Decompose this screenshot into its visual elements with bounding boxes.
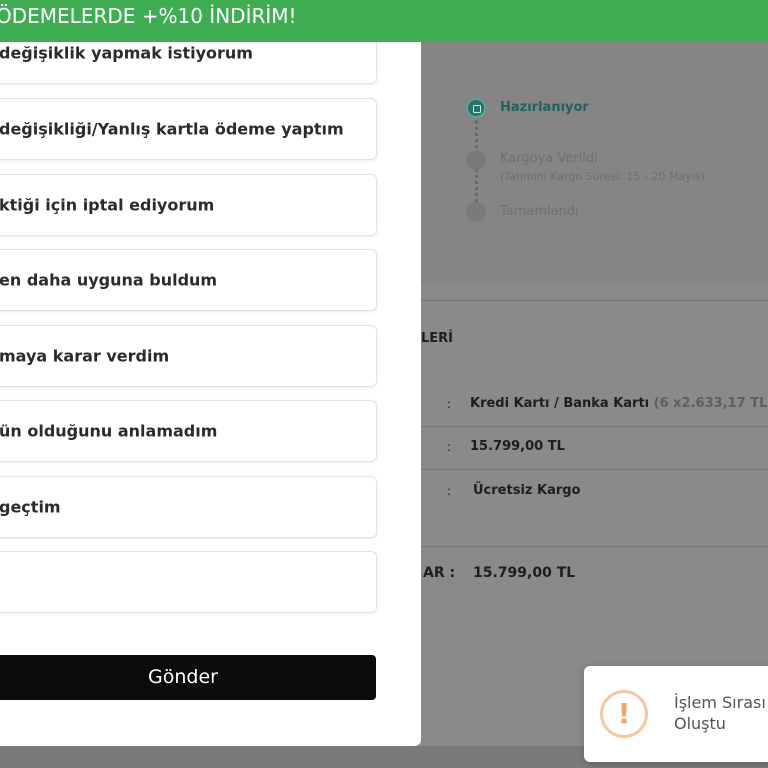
check-icon xyxy=(466,202,486,222)
send-button[interactable]: Gönder xyxy=(0,655,376,700)
reason-option-label: geçtim xyxy=(0,497,61,517)
toast-message-line1: İşlem Sırası xyxy=(674,693,766,712)
reason-option[interactable]: değişiklik yapmak istiyorum xyxy=(0,42,377,84)
error-toast: ! İşlem Sırası Oluştu xyxy=(584,666,768,762)
amount-value: 15.799,00 TL xyxy=(470,439,565,454)
colon: : xyxy=(447,397,452,411)
colon: : xyxy=(447,440,452,454)
reason-option-label: değişiklik yapmak istiyorum xyxy=(0,43,253,63)
reason-option[interactable]: maya karar verdim xyxy=(0,325,377,387)
toast-message-line2: Oluştu xyxy=(674,714,726,733)
reason-option-label: ktiği için iptal ediyorum xyxy=(0,195,215,215)
reason-textarea[interactable] xyxy=(0,551,377,613)
total-label: AR : xyxy=(423,565,456,581)
exclamation-icon: ! xyxy=(600,690,648,738)
colon: : xyxy=(447,484,452,498)
reason-option[interactable]: ktiği için iptal ediyorum xyxy=(0,174,377,236)
promo-banner-text: ÖDEMELERDE +%10 İNDİRİM! xyxy=(0,4,297,28)
divider xyxy=(420,426,768,427)
reason-option-label: ün olduğunu anlamadım xyxy=(0,421,218,441)
reason-option-label: maya karar verdim xyxy=(0,346,170,366)
divider xyxy=(420,469,768,470)
total-value: 15.799,00 TL xyxy=(473,565,576,581)
divider xyxy=(420,300,768,301)
reason-option-label: değişikliği/Yanlış kartla ödeme yaptım xyxy=(0,119,344,139)
truck-icon xyxy=(466,150,486,170)
timeline-step-shipped: Kargoya Verildi xyxy=(500,151,598,166)
timeline-step-completed: Tamamlandı xyxy=(500,204,579,219)
promo-banner: ÖDEMELERDE +%10 İNDİRİM! xyxy=(0,0,768,42)
reason-option[interactable]: ün olduğunu anlamadım xyxy=(0,400,377,462)
timeline-step-preparing: Hazırlanıyor xyxy=(500,100,589,115)
reason-option[interactable]: geçtim xyxy=(0,476,377,538)
reason-option-label: en daha uyguna buldum xyxy=(0,270,218,290)
reason-option[interactable]: en daha uyguna buldum xyxy=(0,249,377,311)
cancel-reason-modal: değişiklik yapmak istiyorum değişikliği/… xyxy=(0,42,421,746)
payment-method-text: Kredi Kartı / Banka Kartı xyxy=(470,396,650,411)
installment-text: (6 x2.633,17 TL) xyxy=(653,396,768,411)
divider xyxy=(420,546,768,547)
reason-option[interactable]: değişikliği/Yanlış kartla ödeme yaptım xyxy=(0,98,377,160)
payment-method-value: Kredi Kartı / Banka Kartı (6 x2.633,17 T… xyxy=(470,396,768,411)
toast-message: İşlem Sırası Oluştu xyxy=(674,692,766,734)
shipping-value: Ücretsiz Kargo xyxy=(473,483,581,498)
section-title: LERİ xyxy=(421,331,454,346)
package-icon xyxy=(466,98,486,118)
timeline-step-shipped-eta: (Tahmini Kargo Süresi: 15 - 20 Mayıs) xyxy=(500,170,705,183)
